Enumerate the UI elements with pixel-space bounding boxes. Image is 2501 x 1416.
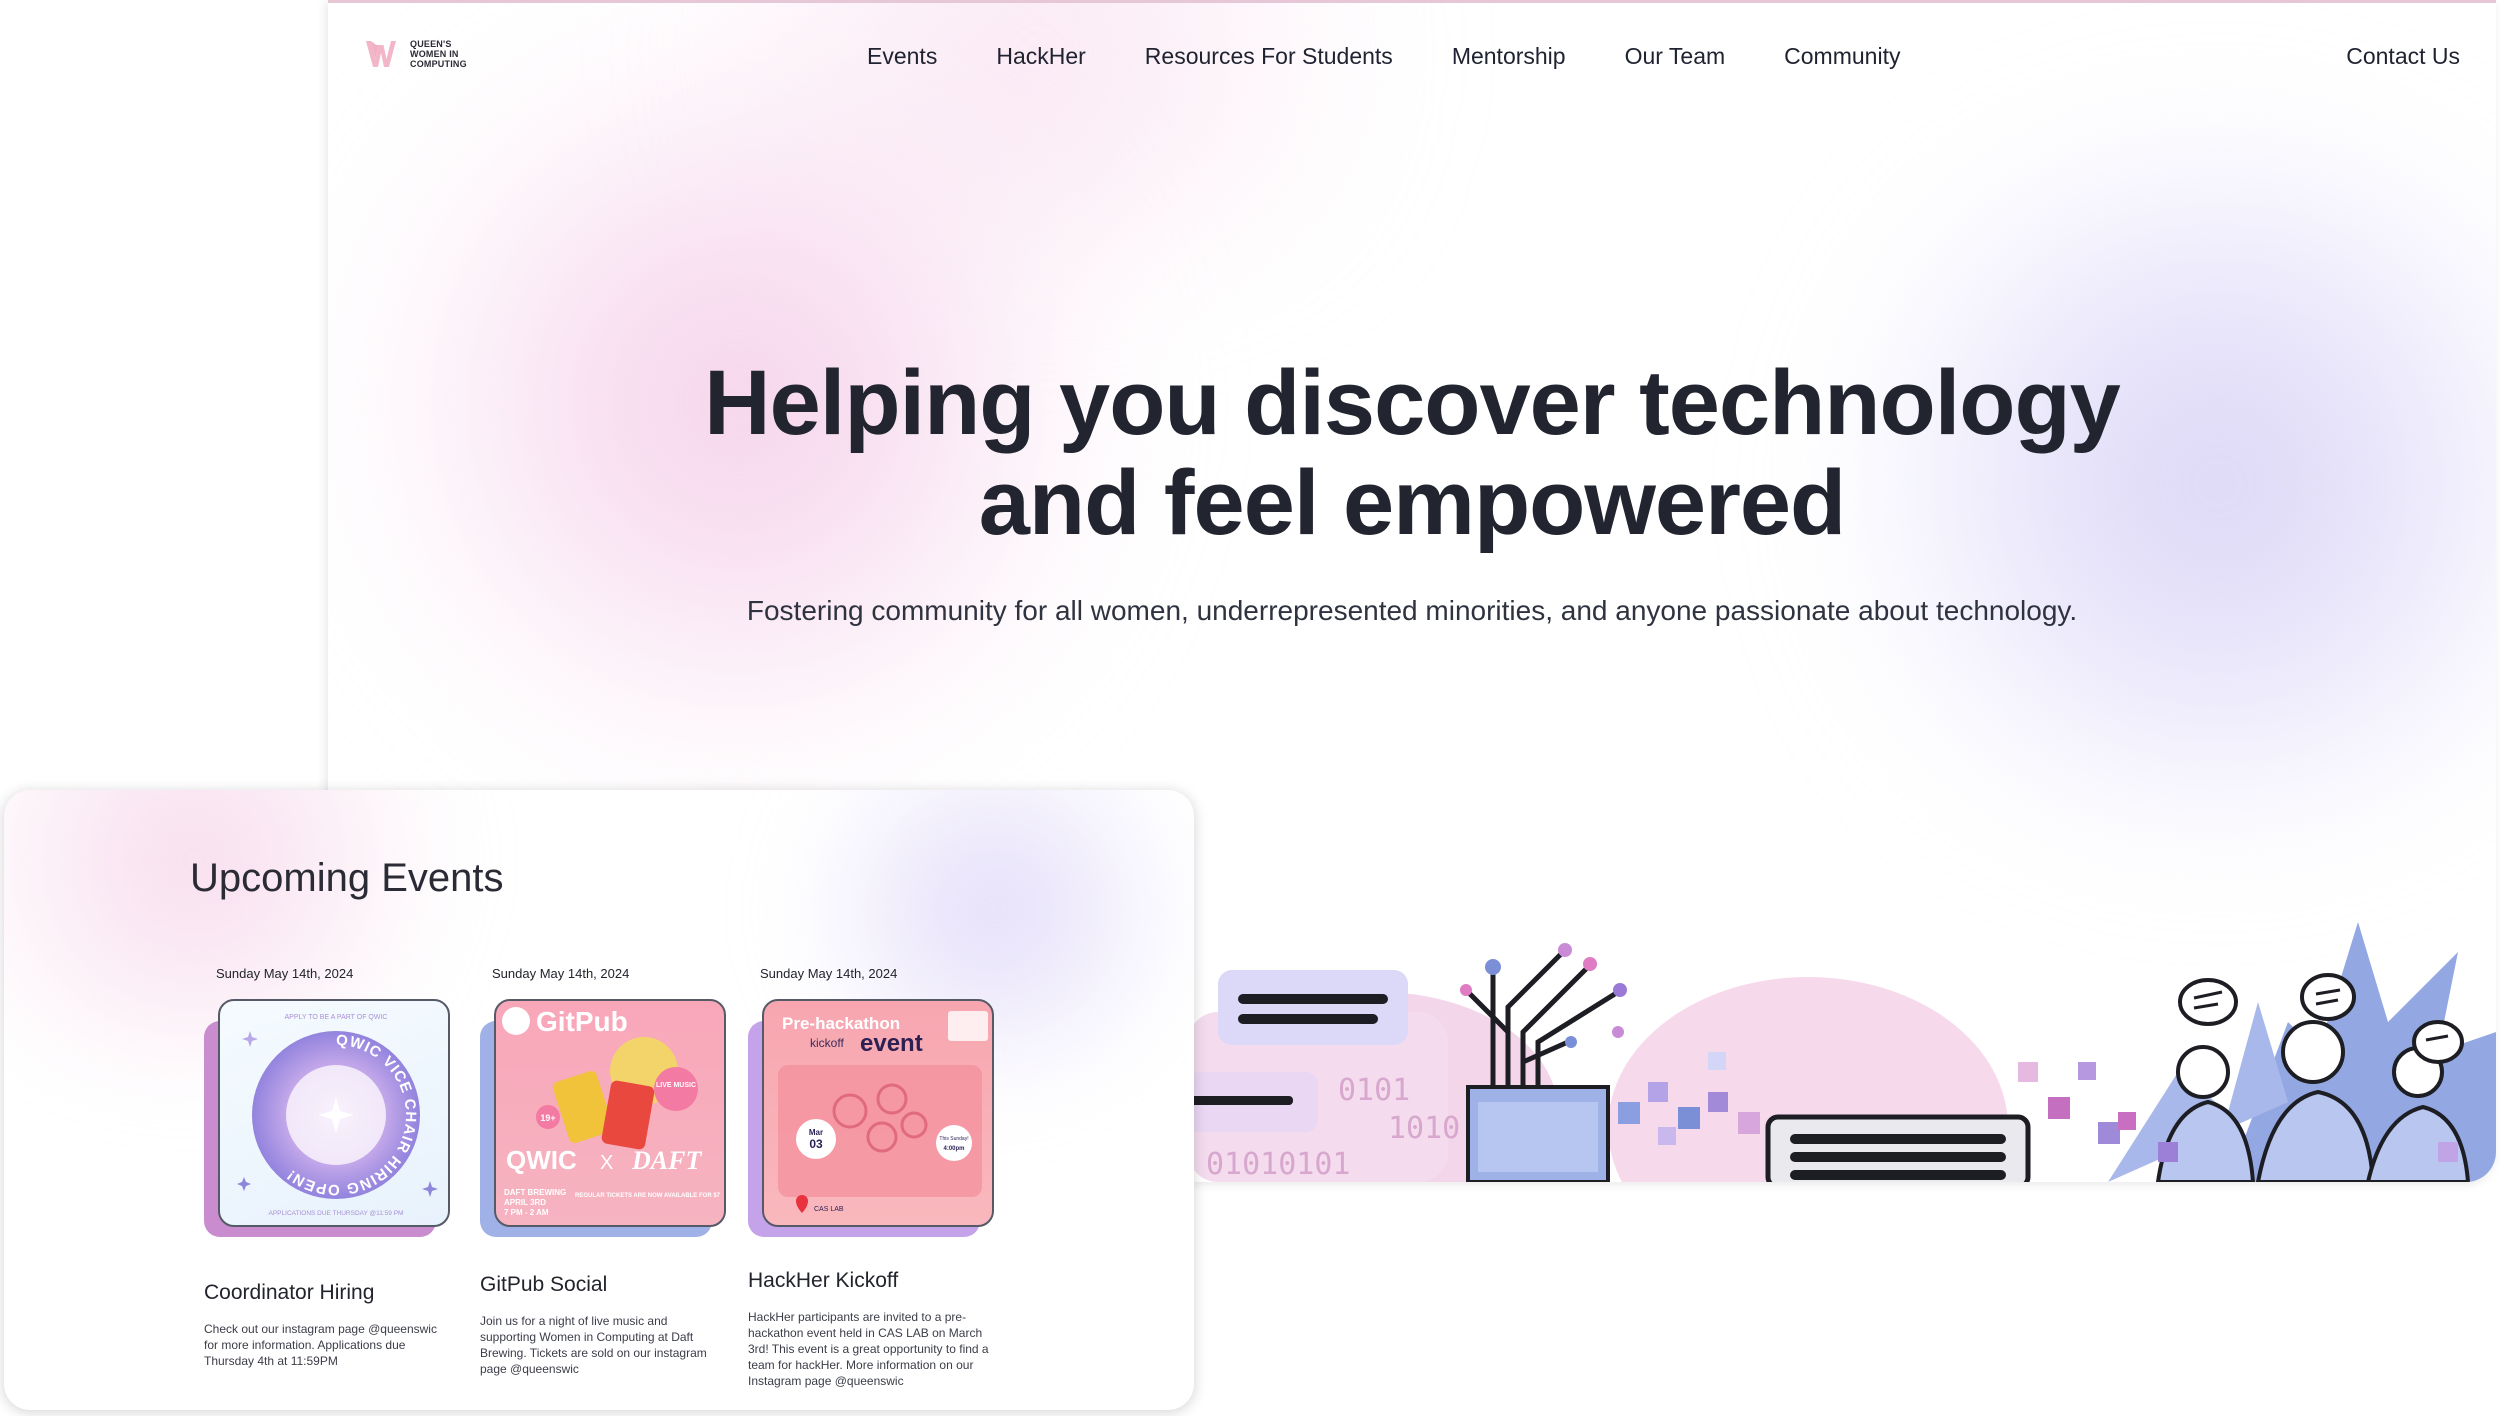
- poster-tickets: REGULAR TICKETS ARE NOW AVAILABLE FOR $7: [575, 1193, 721, 1199]
- logo-line: COMPUTING: [410, 59, 467, 69]
- poster-bottom-text: APPLICATIONS DUE THURSDAY @11:59 PM: [269, 1210, 404, 1217]
- events-heading: Upcoming Events: [190, 856, 504, 900]
- poster-line3: event: [860, 1030, 923, 1057]
- event-date: Sunday May 14th, 2024: [760, 966, 898, 981]
- poster-day: 03: [809, 1137, 823, 1151]
- logo-wordmark: QUEEN'S WOMEN IN COMPUTING: [410, 39, 467, 69]
- event-poster: GitPub LIVE MUSIC 19+ QWIC X DAFT DAFT B…: [494, 999, 726, 1227]
- poster-collab-right: DAFT: [631, 1146, 702, 1175]
- event-card[interactable]: Sunday May 14th, 2024 APPLY TO BE A PART…: [204, 966, 454, 1369]
- event-description: HackHer participants are invited to a pr…: [748, 1310, 989, 1388]
- hero-title: Helping you discover technology and feel…: [328, 353, 2496, 553]
- event-card[interactable]: Sunday May 14th, 2024 GitPub LIVE MUSIC …: [480, 966, 730, 1377]
- poster-collab-left: QWIC: [506, 1145, 577, 1175]
- poster-age-badge: 19+: [540, 1113, 555, 1123]
- event-description: Check out our instagram page @queenswic …: [204, 1322, 437, 1368]
- event-title[interactable]: GitPub Social: [480, 1273, 730, 1297]
- contact-us-link[interactable]: Contact Us: [2346, 3, 2460, 109]
- poster-location: CAS LAB: [814, 1206, 844, 1213]
- event-poster: APPLY TO BE A PART OF QWIC QWIC VICE CHA…: [218, 999, 450, 1227]
- event-title[interactable]: Coordinator Hiring: [204, 1281, 454, 1305]
- poster-top-text: APPLY TO BE A PART OF QWIC: [285, 1014, 388, 1021]
- hero-section: Helping you discover technology and feel…: [328, 353, 2496, 627]
- event-date: Sunday May 14th, 2024: [216, 966, 354, 981]
- nav-link-events[interactable]: Events: [867, 43, 937, 70]
- event-description: Join us for a night of live music and su…: [480, 1314, 707, 1376]
- poster-collab-x: X: [600, 1152, 613, 1174]
- nav-link-resources[interactable]: Resources For Students: [1145, 43, 1393, 70]
- logo-line: WOMEN IN: [410, 49, 459, 59]
- nav-link-mentorship[interactable]: Mentorship: [1452, 43, 1566, 70]
- binary-decoration: 1010: [1388, 1111, 1460, 1146]
- gitpub-poster-art: GitPub LIVE MUSIC 19+ QWIC X DAFT DAFT B…: [502, 1006, 721, 1217]
- binary-decoration: 01010101: [1206, 1147, 1351, 1182]
- hero-title-line: Helping you discover technology: [704, 352, 2121, 454]
- event-thumbnail[interactable]: Pre-hackathon kickoff event Mar 03 This …: [748, 999, 998, 1239]
- nav-link-our-team[interactable]: Our Team: [1625, 43, 1726, 70]
- poster-time: 7 PM - 2 AM: [504, 1208, 549, 1217]
- nav-link-hackher[interactable]: HackHer: [996, 43, 1085, 70]
- poster-line2: kickoff: [810, 1036, 844, 1050]
- upcoming-events-panel: Upcoming Events Sunday May 14th, 2024 AP…: [4, 790, 1194, 1410]
- event-thumbnail[interactable]: APPLY TO BE A PART OF QWIC QWIC VICE CHA…: [204, 999, 454, 1239]
- poster-time: 4:00pm: [943, 1146, 964, 1152]
- event-title[interactable]: HackHer Kickoff: [748, 1269, 998, 1293]
- event-date: Sunday May 14th, 2024: [492, 966, 630, 981]
- poster-brand: GitPub: [536, 1006, 628, 1037]
- event-thumbnail[interactable]: GitPub LIVE MUSIC 19+ QWIC X DAFT DAFT B…: [480, 999, 730, 1239]
- poster-venue: DAFT BREWING: [504, 1188, 566, 1197]
- top-navigation: QUEEN'S WOMEN IN COMPUTING Events HackHe…: [328, 3, 2496, 113]
- poster-month: Mar: [809, 1128, 823, 1137]
- nav-link-community[interactable]: Community: [1784, 43, 1900, 70]
- poster-day-name: This Sunday!: [939, 1136, 968, 1142]
- hero-title-line: and feel empowered: [978, 452, 1846, 554]
- hero-subtitle: Fostering community for all women, under…: [746, 595, 2078, 626]
- nav-links: Events HackHer Resources For Students Me…: [867, 3, 1900, 109]
- kickoff-poster-art: Pre-hackathon kickoff event Mar 03 This …: [778, 1011, 988, 1213]
- logo-mark-icon: [366, 41, 396, 67]
- binary-decoration: 0101: [1338, 1073, 1410, 1108]
- event-card[interactable]: Sunday May 14th, 2024 Pre-hackathon kick…: [748, 966, 998, 1389]
- hiring-poster-art: APPLY TO BE A PART OF QWIC QWIC VICE CHA…: [237, 1014, 438, 1217]
- poster-live: LIVE MUSIC: [656, 1082, 696, 1089]
- event-poster: Pre-hackathon kickoff event Mar 03 This …: [762, 999, 994, 1227]
- poster-date: APRIL 3RD: [504, 1198, 546, 1207]
- site-logo[interactable]: QUEEN'S WOMEN IN COMPUTING: [364, 37, 467, 71]
- logo-line: QUEEN'S: [410, 39, 452, 49]
